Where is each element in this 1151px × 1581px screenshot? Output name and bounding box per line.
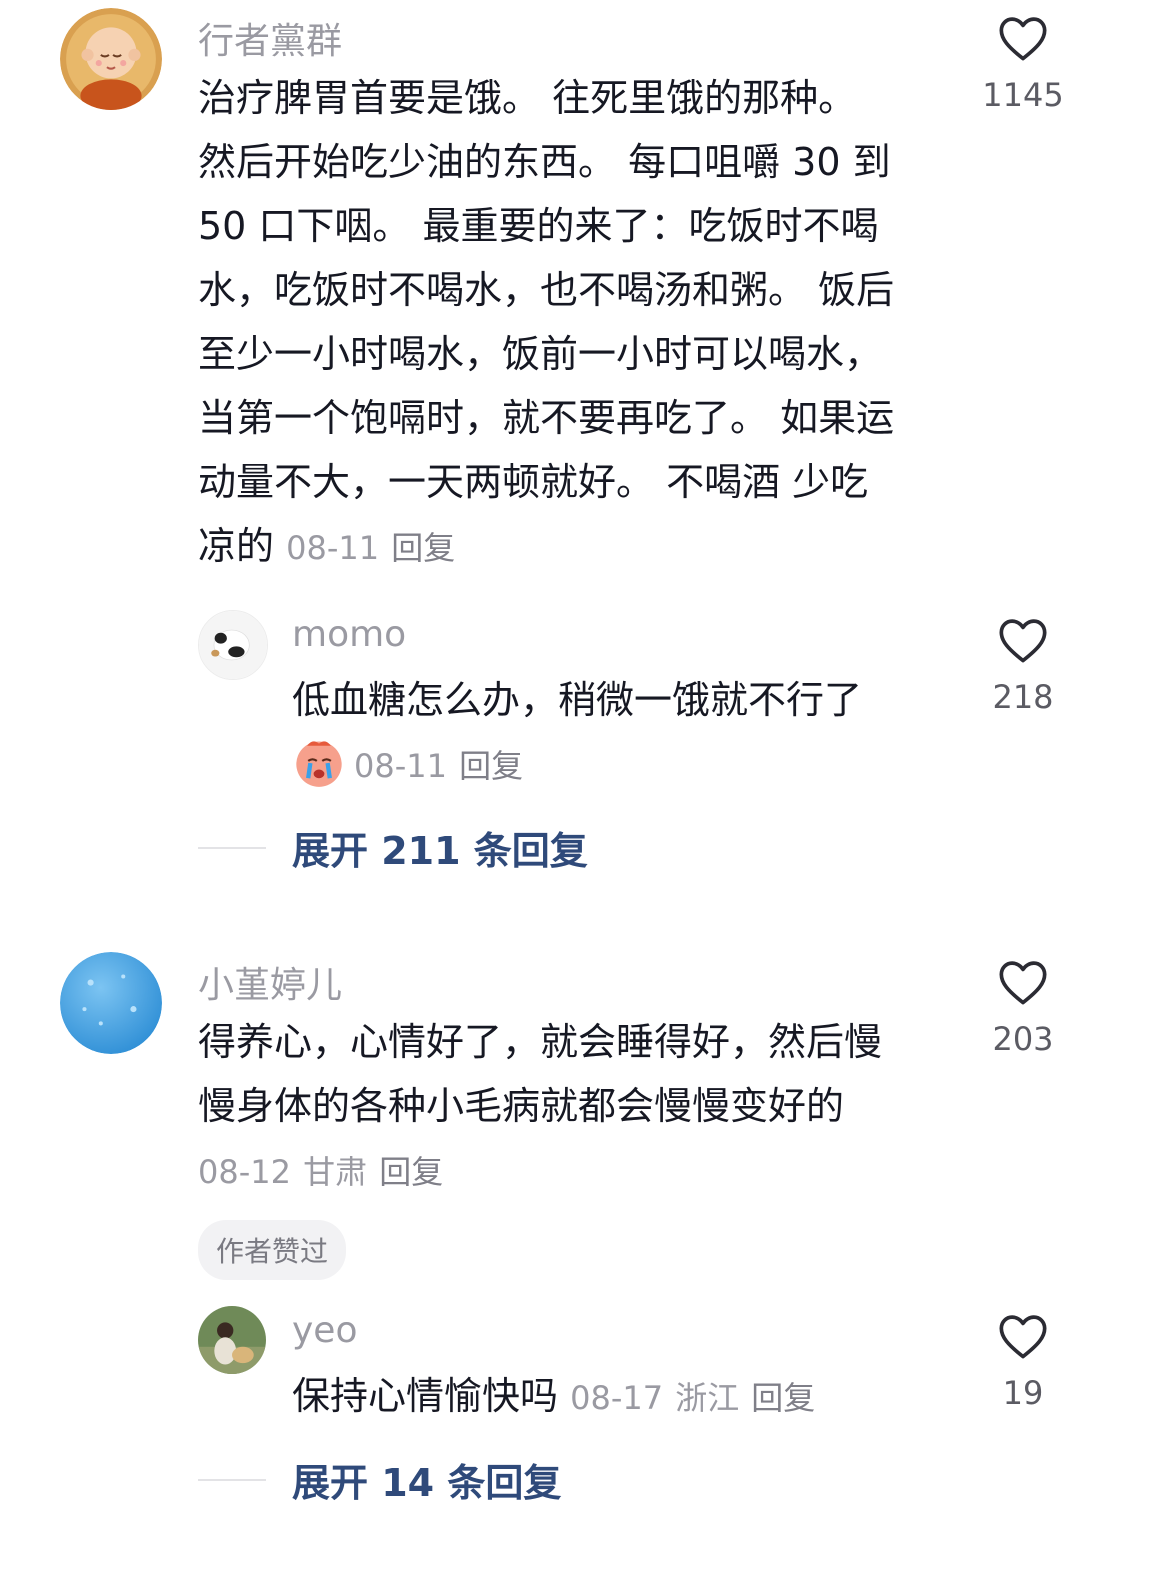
reply-button[interactable]: 回复: [751, 1379, 815, 1417]
comment-line-last: 凉的 08-11 回复: [198, 514, 894, 580]
like-count: 19: [1002, 1374, 1044, 1412]
reply-date: 08-17: [570, 1379, 664, 1417]
like-count: 1145: [982, 76, 1064, 114]
comment-date: 08-12: [198, 1153, 291, 1191]
comment-line: 得养心，心情好了，就会睡得好，然后慢: [198, 1020, 883, 1064]
reply-username[interactable]: momo: [292, 614, 406, 655]
avatar[interactable]: [198, 610, 268, 680]
divider: [198, 1478, 266, 1481]
reply-body: 保持心情愉快吗: [292, 1374, 559, 1418]
like-button[interactable]: 1145: [968, 14, 1078, 114]
reply-line: 低血糖怎么办，稍微一饿就不行了: [292, 678, 863, 722]
comment-line: 水，吃饭时不喝水，也不喝汤和粥。 饭后: [198, 268, 895, 312]
comment-text: 得养心，心情好了，就会睡得好，然后慢 慢身体的各种小毛病就都会慢慢变好的 08-…: [198, 1010, 882, 1204]
reply-button[interactable]: 回复: [379, 1153, 443, 1191]
avatar[interactable]: [60, 8, 162, 110]
reply-text: 保持心情愉快吗 08-17 浙江 回复: [292, 1364, 815, 1430]
comment-line: 然后开始吃少油的东西。 每口咀嚼 30 到: [198, 140, 891, 184]
like-button[interactable]: 218: [968, 616, 1078, 716]
comment-line: 慢身体的各种小毛病就都会慢慢变好的: [198, 1084, 845, 1128]
like-count: 203: [992, 1020, 1054, 1058]
expand-replies-label[interactable]: 展开 14 条回复: [292, 1452, 561, 1507]
expand-replies-button[interactable]: 展开 14 条回复: [198, 1452, 561, 1507]
reply-button[interactable]: 回复: [459, 747, 523, 785]
reply-line: 保持心情愉快吗 08-17 浙江 回复: [292, 1364, 815, 1430]
like-button[interactable]: 203: [968, 958, 1078, 1058]
comment-line: 当第一个饱嗝时，就不要再吃了。 如果运: [198, 396, 895, 440]
comment-text: 治疗脾胃首要是饿。 往死里饿的那种。 然后开始吃少油的东西。 每口咀嚼 30 到…: [198, 66, 894, 580]
comment-line: 至少一小时喝水，饭前一小时可以喝水，: [198, 332, 883, 376]
reply-text: 低血糖怎么办，稍微一饿就不行了 08-11 回复: [292, 668, 862, 798]
author-liked-badge: 作者赞过: [198, 1220, 347, 1280]
avatar[interactable]: [60, 952, 162, 1054]
comment-username[interactable]: 行者黨群: [198, 12, 342, 64]
reply-location: 浙江: [675, 1379, 740, 1417]
comment-line: 凉的: [198, 524, 275, 568]
expand-replies-button[interactable]: 展开 211 条回复: [198, 820, 588, 875]
heart-outline-icon: [999, 17, 1047, 61]
like-count: 218: [992, 678, 1054, 716]
comment-meta-line: 08-12 甘肃 回复: [198, 1138, 882, 1204]
comment-line: 50 口下咽。 最重要的来了：吃饭时不喝: [198, 204, 879, 248]
crying-face-icon: [296, 741, 342, 787]
heart-outline-icon: [999, 961, 1047, 1005]
reply-button[interactable]: 回复: [391, 529, 455, 567]
reply-meta-line: 08-11 回复: [292, 732, 862, 798]
heart-outline-icon: [999, 619, 1047, 663]
heart-outline-icon: [999, 1315, 1047, 1359]
divider: [198, 846, 266, 849]
comment-line: 动量不大，一天两顿就好。 不喝酒 少吃: [198, 460, 869, 504]
avatar[interactable]: [198, 1306, 266, 1374]
comment-line: 治疗脾胃首要是饿。 往死里饿的那种。: [198, 76, 857, 120]
reply-date: 08-11: [354, 747, 447, 785]
reply-username[interactable]: yeo: [292, 1310, 357, 1351]
comment-location: 甘肃: [303, 1153, 368, 1191]
expand-replies-label[interactable]: 展开 211 条回复: [292, 820, 588, 875]
like-button[interactable]: 19: [968, 1312, 1078, 1412]
comment-date: 08-11: [286, 529, 380, 567]
comment-username[interactable]: 小堇婷儿: [198, 956, 342, 1008]
